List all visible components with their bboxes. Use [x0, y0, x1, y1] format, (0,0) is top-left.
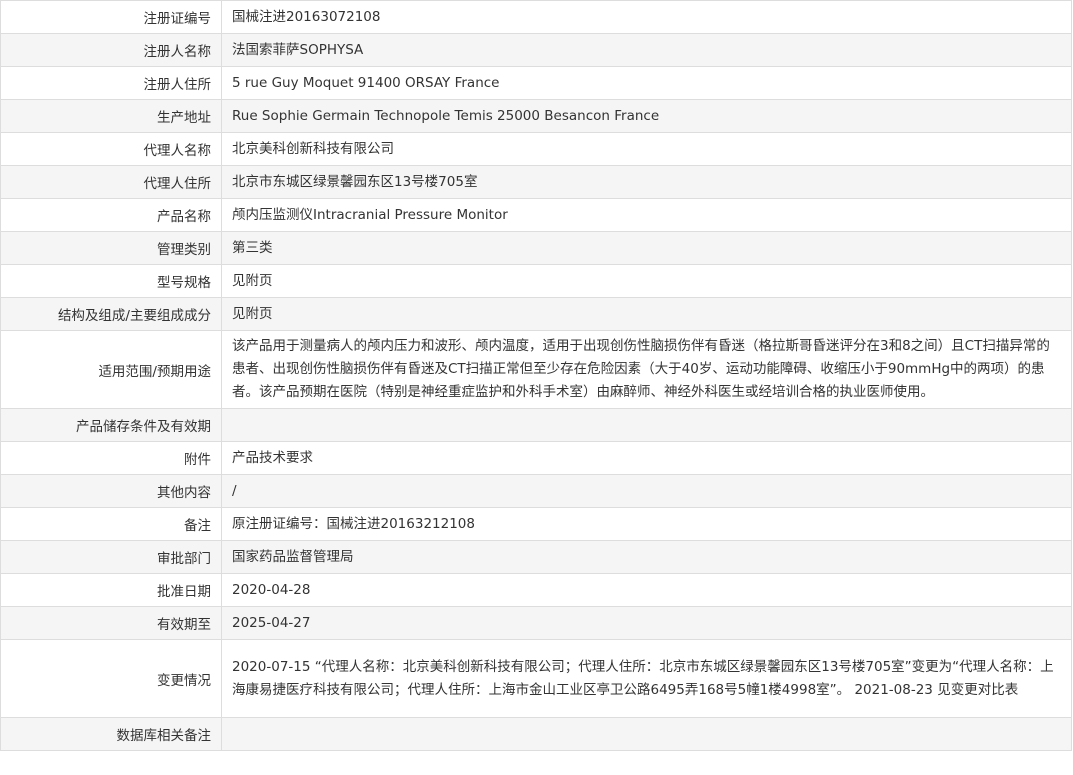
row-database-notes: 数据库相关备注	[0, 717, 1072, 751]
field-value: 2020-04-28	[221, 573, 1072, 607]
field-value: Rue Sophie Germain Technopole Temis 2500…	[221, 99, 1072, 133]
row-production-address: 生产地址 Rue Sophie Germain Technopole Temis…	[0, 99, 1072, 133]
field-label: 审批部门	[0, 540, 222, 574]
row-approval-department: 审批部门 国家药品监督管理局	[0, 540, 1072, 574]
field-label: 生产地址	[0, 99, 222, 133]
field-value: 该产品用于测量病人的颅内压力和波形、颅内温度，适用于出现创伤性脑损伤伴有昏迷（格…	[221, 330, 1072, 409]
field-label: 注册人住所	[0, 66, 222, 100]
field-label: 附件	[0, 441, 222, 475]
row-remarks: 备注 原注册证编号：国械注进20163212108	[0, 507, 1072, 541]
field-value	[221, 717, 1072, 751]
field-label: 有效期至	[0, 606, 222, 640]
row-registration-number: 注册证编号 国械注进20163072108	[0, 0, 1072, 34]
field-label: 数据库相关备注	[0, 717, 222, 751]
field-value: 国械注进20163072108	[221, 0, 1072, 34]
row-structure-composition: 结构及组成/主要组成成分 见附页	[0, 297, 1072, 331]
field-value: 2025-04-27	[221, 606, 1072, 640]
row-valid-until: 有效期至 2025-04-27	[0, 606, 1072, 640]
row-change-history: 变更情况 2020-07-15 “代理人名称：北京美科创新科技有限公司；代理人住…	[0, 639, 1072, 718]
field-value: 国家药品监督管理局	[221, 540, 1072, 574]
field-label: 变更情况	[0, 639, 222, 718]
row-intended-use: 适用范围/预期用途 该产品用于测量病人的颅内压力和波形、颅内温度，适用于出现创伤…	[0, 330, 1072, 409]
field-label: 产品名称	[0, 198, 222, 232]
field-label: 代理人名称	[0, 132, 222, 166]
row-agent-address: 代理人住所 北京市东城区绿景馨园东区13号楼705室	[0, 165, 1072, 199]
row-storage-conditions: 产品储存条件及有效期	[0, 408, 1072, 442]
field-label: 其他内容	[0, 474, 222, 508]
field-value: 产品技术要求	[221, 441, 1072, 475]
field-label: 注册人名称	[0, 33, 222, 67]
row-other-content: 其他内容 /	[0, 474, 1072, 508]
field-value: 2020-07-15 “代理人名称：北京美科创新科技有限公司；代理人住所：北京市…	[221, 639, 1072, 718]
row-registrant-name: 注册人名称 法国索菲萨SOPHYSA	[0, 33, 1072, 67]
field-value: /	[221, 474, 1072, 508]
field-value: 法国索菲萨SOPHYSA	[221, 33, 1072, 67]
registration-table: 注册证编号 国械注进20163072108 注册人名称 法国索菲萨SOPHYSA…	[0, 0, 1072, 751]
field-value: 原注册证编号：国械注进20163212108	[221, 507, 1072, 541]
field-label: 结构及组成/主要组成成分	[0, 297, 222, 331]
row-product-name: 产品名称 颅内压监测仪Intracranial Pressure Monitor	[0, 198, 1072, 232]
field-label: 注册证编号	[0, 0, 222, 34]
field-label: 管理类别	[0, 231, 222, 265]
field-label: 适用范围/预期用途	[0, 330, 222, 409]
field-value: 5 rue Guy Moquet 91400 ORSAY France	[221, 66, 1072, 100]
field-label: 型号规格	[0, 264, 222, 298]
row-agent-name: 代理人名称 北京美科创新科技有限公司	[0, 132, 1072, 166]
field-value: 北京市东城区绿景馨园东区13号楼705室	[221, 165, 1072, 199]
field-value: 北京美科创新科技有限公司	[221, 132, 1072, 166]
field-value: 第三类	[221, 231, 1072, 265]
field-label: 批准日期	[0, 573, 222, 607]
row-management-category: 管理类别 第三类	[0, 231, 1072, 265]
row-attachment: 附件 产品技术要求	[0, 441, 1072, 475]
row-registrant-address: 注册人住所 5 rue Guy Moquet 91400 ORSAY Franc…	[0, 66, 1072, 100]
field-label: 代理人住所	[0, 165, 222, 199]
field-value: 见附页	[221, 297, 1072, 331]
field-label: 产品储存条件及有效期	[0, 408, 222, 442]
field-label: 备注	[0, 507, 222, 541]
field-value: 颅内压监测仪Intracranial Pressure Monitor	[221, 198, 1072, 232]
row-model-spec: 型号规格 见附页	[0, 264, 1072, 298]
field-value	[221, 408, 1072, 442]
row-approval-date: 批准日期 2020-04-28	[0, 573, 1072, 607]
field-value: 见附页	[221, 264, 1072, 298]
